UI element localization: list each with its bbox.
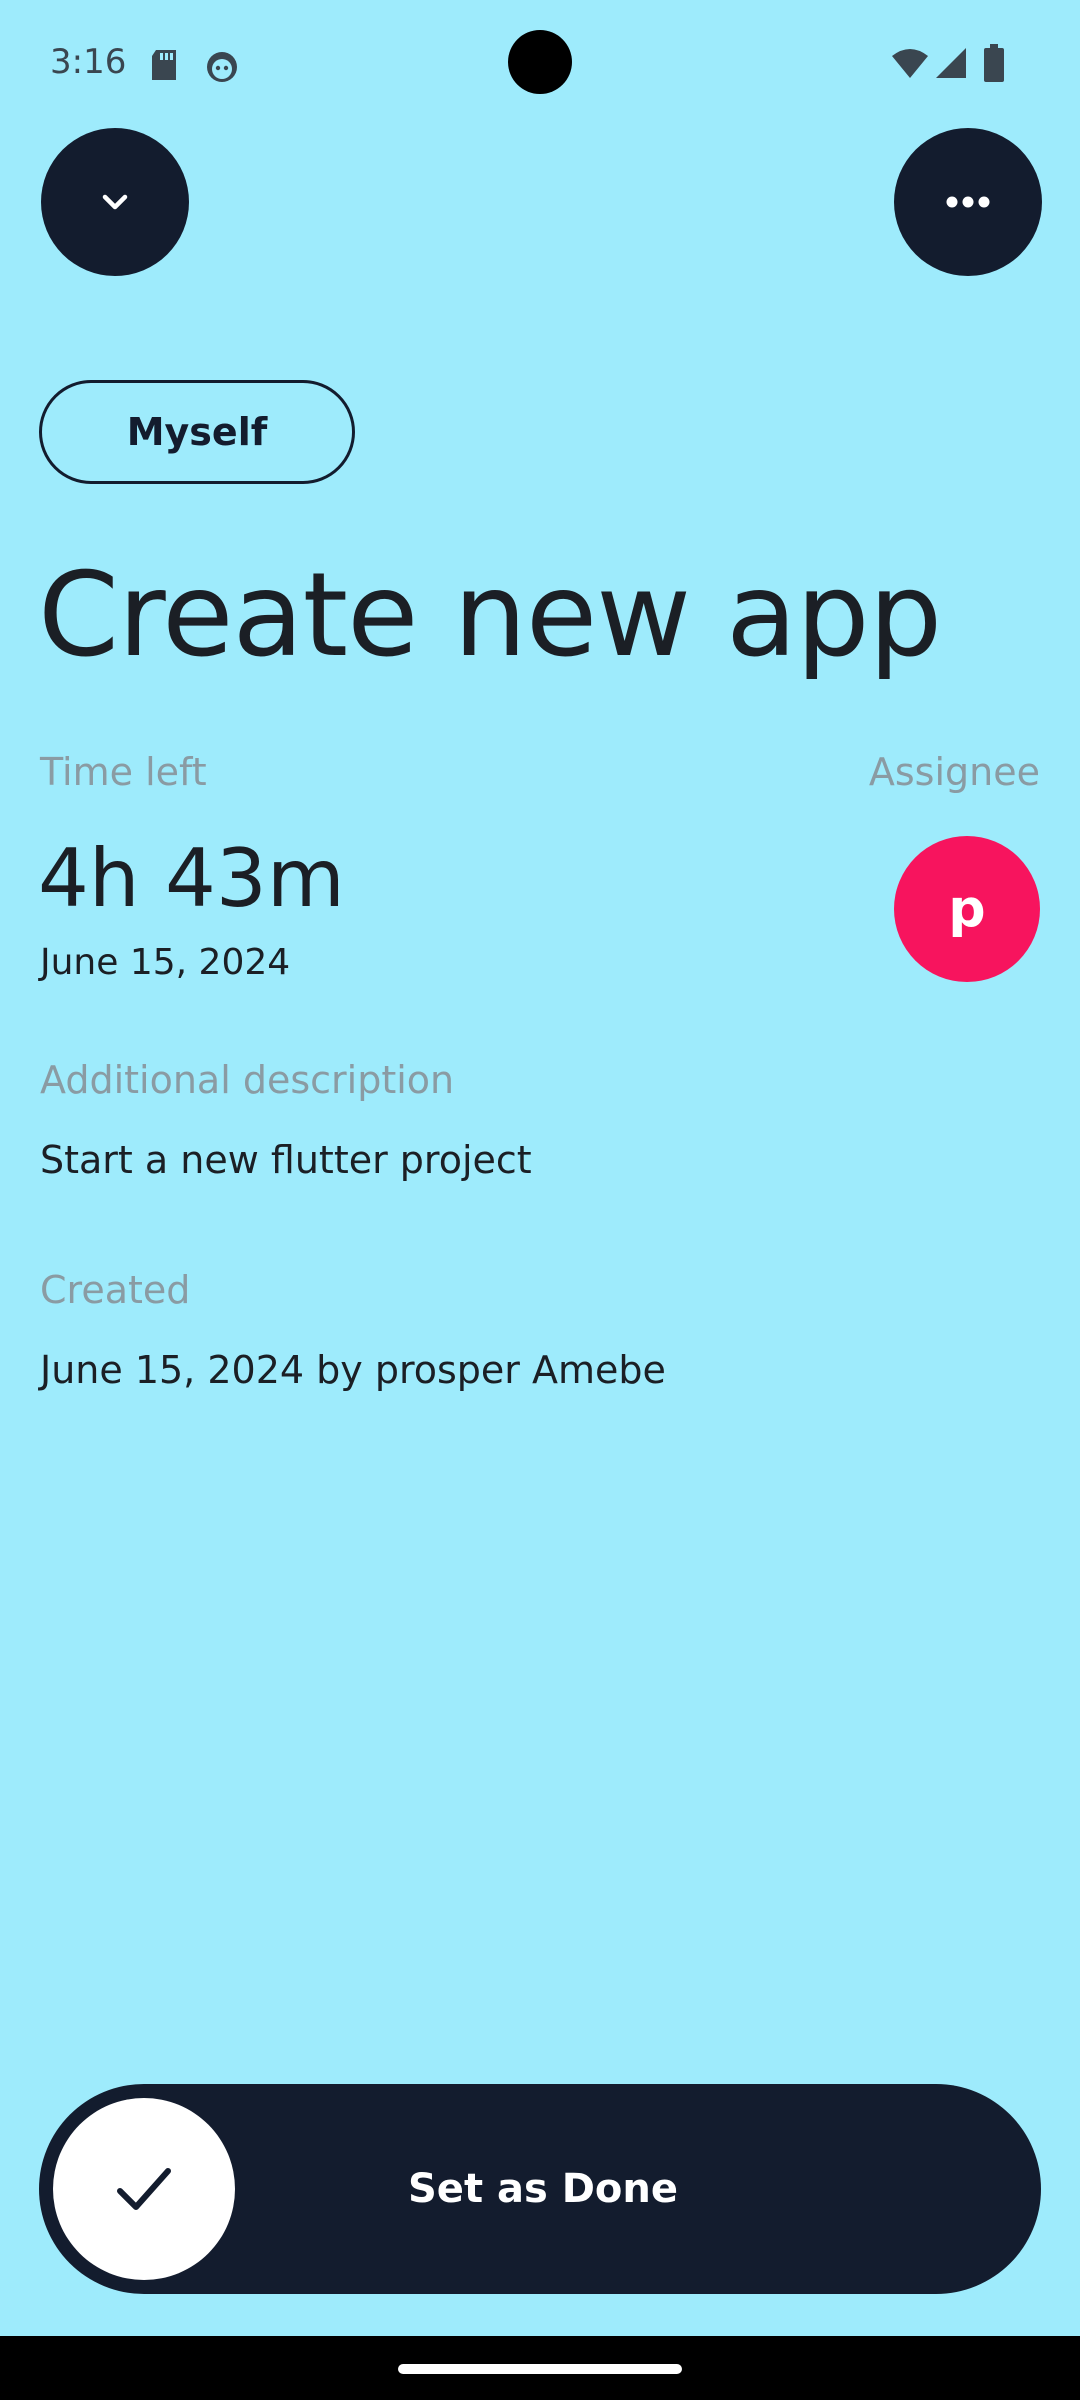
home-gesture-handle[interactable] <box>398 2364 682 2374</box>
description-label: Additional description <box>40 1058 455 1102</box>
status-time: 3:16 <box>50 42 127 82</box>
set-as-done-slider[interactable]: Set as Done <box>39 2084 1041 2294</box>
time-left-value: 4h 43m <box>38 832 345 925</box>
status-bar: 3:16 <box>0 0 1080 130</box>
category-chip[interactable]: Myself <box>39 380 355 484</box>
created-label: Created <box>40 1268 191 1312</box>
due-date: June 15, 2024 <box>40 942 291 983</box>
wifi-icon <box>892 49 928 78</box>
battery-icon <box>984 44 1004 82</box>
chevron-down-icon <box>102 194 128 210</box>
slider-handle[interactable] <box>53 2098 235 2280</box>
task-title: Create new app <box>38 548 942 683</box>
check-icon <box>117 2168 171 2210</box>
navigation-bar <box>0 2336 1080 2400</box>
time-left-label: Time left <box>40 750 207 794</box>
more-horizontal-icon <box>946 196 990 208</box>
created-text: June 15, 2024 by prosper Amebe <box>40 1348 666 1392</box>
camera-cutout <box>508 30 572 94</box>
back-button[interactable] <box>41 128 189 276</box>
signal-icon <box>936 48 966 78</box>
assignee-avatar[interactable]: p <box>894 836 1040 982</box>
assignee-label: Assignee <box>868 750 1040 794</box>
description-text: Start a new flutter project <box>40 1138 532 1182</box>
sd-card-icon <box>152 50 176 80</box>
more-options-button[interactable] <box>894 128 1042 276</box>
face-icon <box>207 52 237 82</box>
task-detail-screen: 3:16 Myself Create new app Time left Ass… <box>0 0 1080 2336</box>
